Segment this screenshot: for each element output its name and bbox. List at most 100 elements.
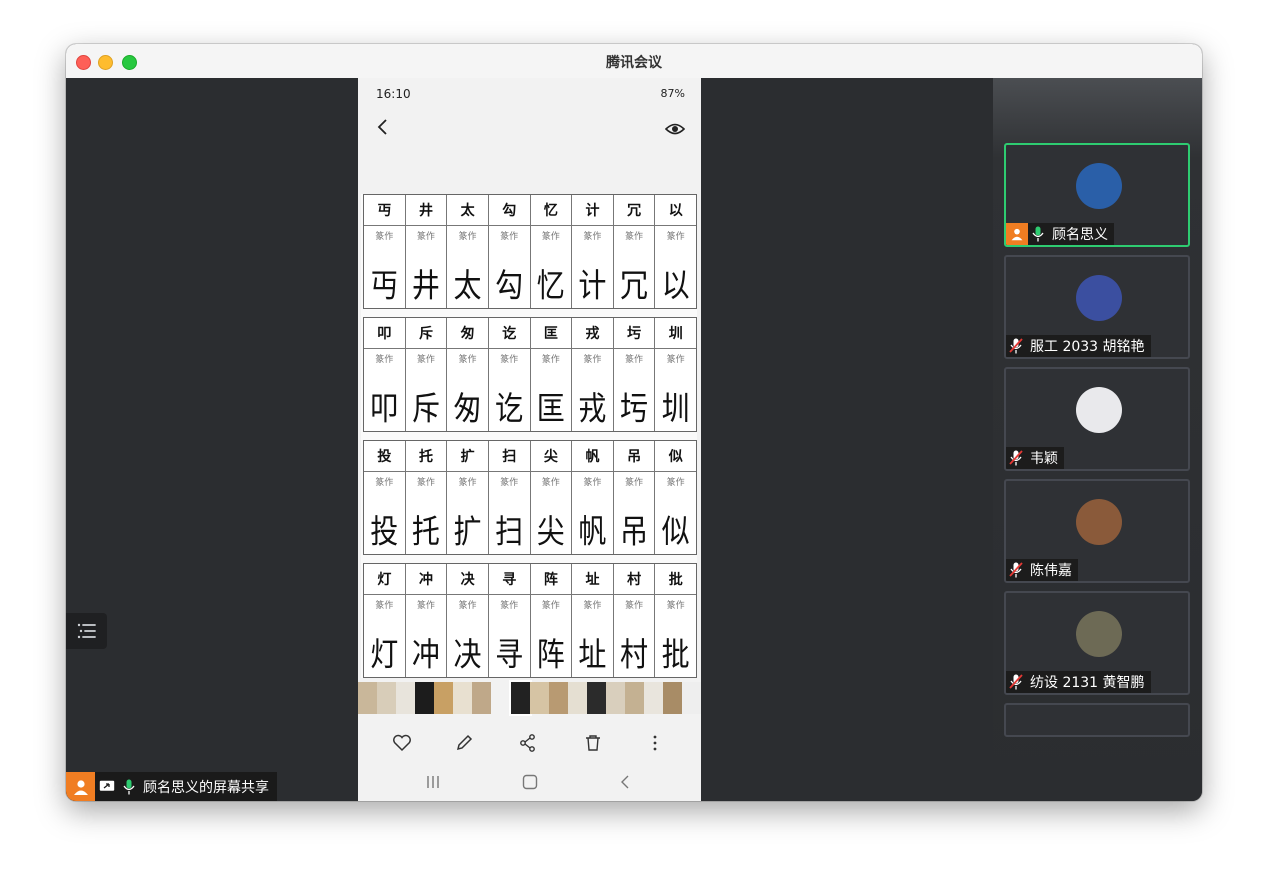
character-table: 叩斥匆讫匡戎圬圳篆作叩篆作斥篆作匆篆作讫篆作匡篆作戎篆作圬篆作圳 [363,317,697,432]
participant-tile[interactable]: 韦颖 [1004,367,1190,471]
share-button[interactable] [519,734,537,756]
seal-note: 篆作 [458,601,477,611]
seal-note: 篆作 [500,355,519,365]
seal-character: 尖 [536,512,565,551]
seal-character: 斥 [411,389,440,428]
back-button[interactable] [376,118,388,140]
character-cell: 讫 [489,318,531,348]
participant-tile-partial[interactable] [1004,703,1190,737]
nav-back-button[interactable] [620,774,630,794]
photo-thumbnail[interactable] [663,682,683,714]
edit-button[interactable] [455,734,475,756]
seal-cell: 篆作叩 [364,349,406,431]
character-cell: 似 [668,449,683,465]
character-cell: 扩 [447,441,489,471]
participant-name: 纺设 2131 黄智鹏 [1030,675,1145,691]
seal-cell: 篆作似 [655,472,696,554]
participant-name: 顾名思义 [1052,227,1108,243]
photo-thumbnail[interactable] [358,682,378,714]
photo-thumbnail[interactable] [624,682,644,714]
back-icon [377,119,387,135]
photo-thumbnail[interactable] [472,682,492,714]
character-cell: 址 [572,564,614,594]
photo-thumbnail[interactable] [682,682,701,714]
window-title: 腾讯会议 [606,55,662,71]
list-toggle-button[interactable] [66,613,107,649]
character-header-row: 丏井太勾忆计冗以 [364,195,696,226]
recent-apps-button[interactable] [426,774,440,793]
home-icon [522,774,538,790]
home-button[interactable] [522,774,538,794]
seal-cell: 篆作井 [406,226,448,308]
seal-note: 篆作 [541,601,560,611]
seal-note: 篆作 [666,355,685,365]
delete-button[interactable] [584,734,602,756]
more-icon [653,735,657,751]
participant-gallery: 顾名思义服工 2033 胡铭艳韦颖陈伟嘉纺设 2131 黄智鹏 [993,78,1202,801]
seal-note: 篆作 [375,601,394,611]
heart-icon [393,734,411,752]
seal-cell: 篆作尖 [531,472,573,554]
photo-thumbnail[interactable] [453,682,473,714]
seal-cell: 篆作以 [655,226,696,308]
character-cell: 叩 [364,318,406,348]
photo-thumbnail[interactable] [434,682,454,714]
host-badge [1006,223,1028,245]
character-cell: 圳 [668,326,683,342]
android-nav-bar [358,768,701,801]
photo-thumbnail[interactable] [377,682,397,714]
photo-thumbnail[interactable] [491,682,511,714]
participant-tile[interactable]: 顾名思义 [1004,143,1190,247]
view-button[interactable] [664,121,686,140]
seal-cell: 篆作批 [655,595,696,677]
seal-cell: 篆作丏 [364,226,406,308]
seal-note: 篆作 [375,232,394,242]
character-cell: 冗 [614,195,656,225]
favorite-button[interactable] [392,734,412,756]
seal-character: 冲 [411,635,440,674]
seal-note: 篆作 [541,232,560,242]
mic-icon-box [119,779,139,795]
photo-thumbnail[interactable] [396,682,416,714]
character-cell: 冲 [406,564,448,594]
seal-cell: 篆作村 [614,595,656,677]
photo-thumbnail[interactable] [529,682,549,714]
photo-thumbnail[interactable] [415,682,435,714]
seal-cell: 篆作圳 [655,349,696,431]
participant-tile[interactable]: 陈伟嘉 [1004,479,1190,583]
meeting-window: 腾讯会议 16:10 87% 丏 井 太 勾 忆 计 冗 以 篆作 丏 篆作 井… [66,44,1202,801]
seal-cell: 篆作太 [447,226,489,308]
person-icon [73,779,88,795]
seal-cell: 篆作帆 [572,472,614,554]
photo-thumbnail[interactable] [586,682,606,714]
photo-thumbnail[interactable] [567,682,587,714]
seal-character: 托 [411,512,440,551]
participant-avatar [1076,611,1122,657]
mic-off-indicator [1006,559,1026,581]
photo-thumbnail[interactable] [508,680,532,716]
participant-tile[interactable]: 纺设 2131 黄智鹏 [1004,591,1190,695]
photo-thumbnail[interactable] [643,682,663,714]
participant-avatar [1076,275,1122,321]
participant-tile[interactable]: 服工 2033 胡铭艳 [1004,255,1190,359]
mic-indicator [1028,223,1048,245]
seal-character: 勾 [495,266,524,305]
seal-note: 篆作 [458,232,477,242]
photo-filmstrip[interactable] [358,680,701,716]
character-cell: 灯 [364,564,406,594]
seal-cell: 篆作托 [406,472,448,554]
seal-note: 篆作 [666,232,685,242]
seal-character: 址 [578,635,607,674]
seal-character: 叩 [370,389,399,428]
participant-name: 陈伟嘉 [1030,563,1072,579]
seal-cell: 篆作决 [447,595,489,677]
more-button[interactable] [652,734,658,756]
character-cell: 太 [447,195,489,225]
seal-character: 决 [453,635,482,674]
character-cell: 勾 [489,195,531,225]
participant-avatar [1076,387,1122,433]
photo-thumbnail[interactable] [548,682,568,714]
participant-name-bar: 服工 2033 胡铭艳 [1006,335,1151,357]
mic-icon [123,779,135,794]
photo-thumbnail[interactable] [605,682,625,714]
